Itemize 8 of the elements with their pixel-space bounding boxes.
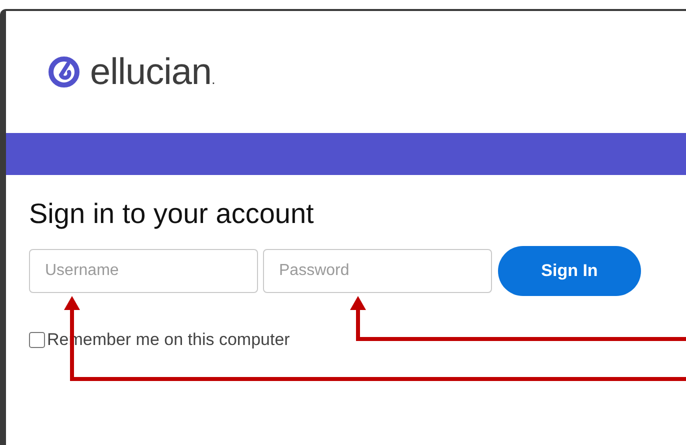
input-field[interactable]: Username — [29, 249, 258, 293]
sign-in-button[interactable]: Sign In — [498, 246, 641, 296]
input-field[interactable]: Password — [263, 249, 492, 293]
brand-mark: . — [211, 71, 216, 87]
brand-name: ellucian — [90, 51, 212, 92]
logo-icon — [48, 56, 80, 88]
remember-checkbox[interactable] — [29, 332, 45, 348]
page-heading: Sign in to your account — [29, 197, 315, 231]
